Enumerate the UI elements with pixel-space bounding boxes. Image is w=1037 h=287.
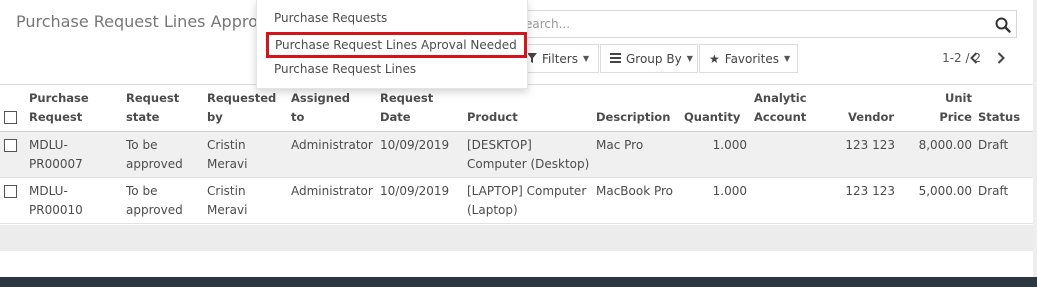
cell-vendor: 123 123	[845, 184, 895, 198]
cell-requested-by: Cristin Meravi	[207, 184, 248, 217]
cell-description: Mac Pro	[596, 138, 644, 152]
favorites-label: Favorites	[724, 51, 779, 66]
column-status[interactable]: Status	[978, 108, 1020, 127]
chevron-down-icon: ▼	[582, 54, 590, 63]
cell-assigned-to: Administrator	[291, 184, 373, 198]
breadcrumb-dropdown-menu: Purchase Requests Purchase Request Lines…	[256, 0, 528, 89]
cell-quantity: 1.000	[712, 184, 747, 198]
column-purchase-request[interactable]: Purchase Request	[29, 89, 89, 127]
cell-request-state: To be approved	[126, 184, 183, 217]
select-all-checkbox[interactable]	[4, 111, 17, 124]
cell-unit-price: 5,000.00	[918, 184, 972, 198]
cell-description: MacBook Pro	[596, 184, 674, 198]
pager-previous-button[interactable]	[966, 49, 982, 67]
search-icon[interactable]	[994, 16, 1012, 34]
table-row[interactable]: MDLU- PR00007 To be approved Cristin Mer…	[0, 132, 1037, 178]
filter-icon	[527, 52, 537, 66]
chevron-down-icon: ▼	[783, 54, 791, 63]
chevron-down-icon: ▼	[686, 54, 693, 63]
column-request-state[interactable]: Request state	[126, 89, 179, 127]
cell-quantity: 1.000	[712, 138, 747, 152]
cell-purchase-request: MDLU- PR00007	[29, 138, 83, 171]
row-checkbox[interactable]	[4, 139, 17, 152]
column-description[interactable]: Description	[596, 108, 670, 127]
search-box[interactable]	[510, 10, 1017, 38]
cell-request-date: 10/09/2019	[380, 138, 450, 152]
empty-table-row	[0, 225, 1037, 251]
cell-assigned-to: Administrator	[291, 138, 373, 152]
page-title: Purchase Request Lines Appro	[16, 12, 258, 31]
column-quantity[interactable]: Quantity	[684, 108, 740, 127]
cell-status: Draft	[978, 184, 1009, 198]
favorites-button[interactable]: ★ Favorites ▼	[699, 44, 798, 73]
page: Purchase Request Lines Appro Filters ▼ G…	[0, 0, 1037, 287]
table-row[interactable]: MDLU- PR00010 To be approved Cristin Mer…	[0, 178, 1037, 224]
cell-requested-by: Cristin Meravi	[207, 138, 248, 171]
cell-request-date: 10/09/2019	[380, 184, 450, 198]
column-vendor[interactable]: Vendor	[848, 108, 894, 127]
column-requested-by[interactable]: Requested by	[207, 89, 276, 127]
row-checkbox[interactable]	[4, 185, 17, 198]
scrollbar-track[interactable]	[1033, 0, 1037, 277]
pager-next-button[interactable]	[993, 49, 1009, 67]
footer-bar	[0, 277, 1037, 287]
cell-status: Draft	[978, 138, 1009, 152]
cell-vendor: 123 123	[845, 138, 895, 152]
column-assigned-to[interactable]: Assigned to	[291, 89, 350, 127]
column-unit-price[interactable]: Unit Price	[939, 89, 972, 127]
column-request-date[interactable]: Request Date	[380, 89, 433, 127]
cell-unit-price: 8,000.00	[918, 138, 972, 152]
search-input[interactable]	[525, 15, 965, 33]
cell-product: [LAPTOP] Computer (Laptop)	[467, 184, 587, 217]
column-product[interactable]: Product	[467, 108, 518, 127]
column-analytic-account[interactable]: Analytic Account	[754, 89, 807, 127]
cell-product: [DESKTOP] Computer (Desktop)	[467, 138, 590, 171]
menu-item-purchase-requests[interactable]: Purchase Requests	[274, 11, 387, 25]
group-by-label: Group By	[626, 51, 682, 66]
filters-label: Filters	[542, 51, 578, 66]
menu-item-purchase-request-lines-aproval-needed[interactable]: Purchase Request Lines Aproval Needed	[266, 32, 527, 58]
menu-item-purchase-request-lines[interactable]: Purchase Request Lines	[274, 62, 416, 76]
list-icon	[610, 52, 621, 66]
star-icon: ★	[709, 51, 720, 66]
cell-request-state: To be approved	[126, 138, 183, 171]
cell-purchase-request: MDLU- PR00010	[29, 184, 83, 217]
table-header: Purchase Request Request state Requested…	[0, 85, 1037, 132]
chevron-right-icon	[997, 52, 1005, 64]
group-by-button[interactable]: Group By ▼	[600, 44, 698, 73]
chevron-left-icon	[970, 52, 978, 64]
